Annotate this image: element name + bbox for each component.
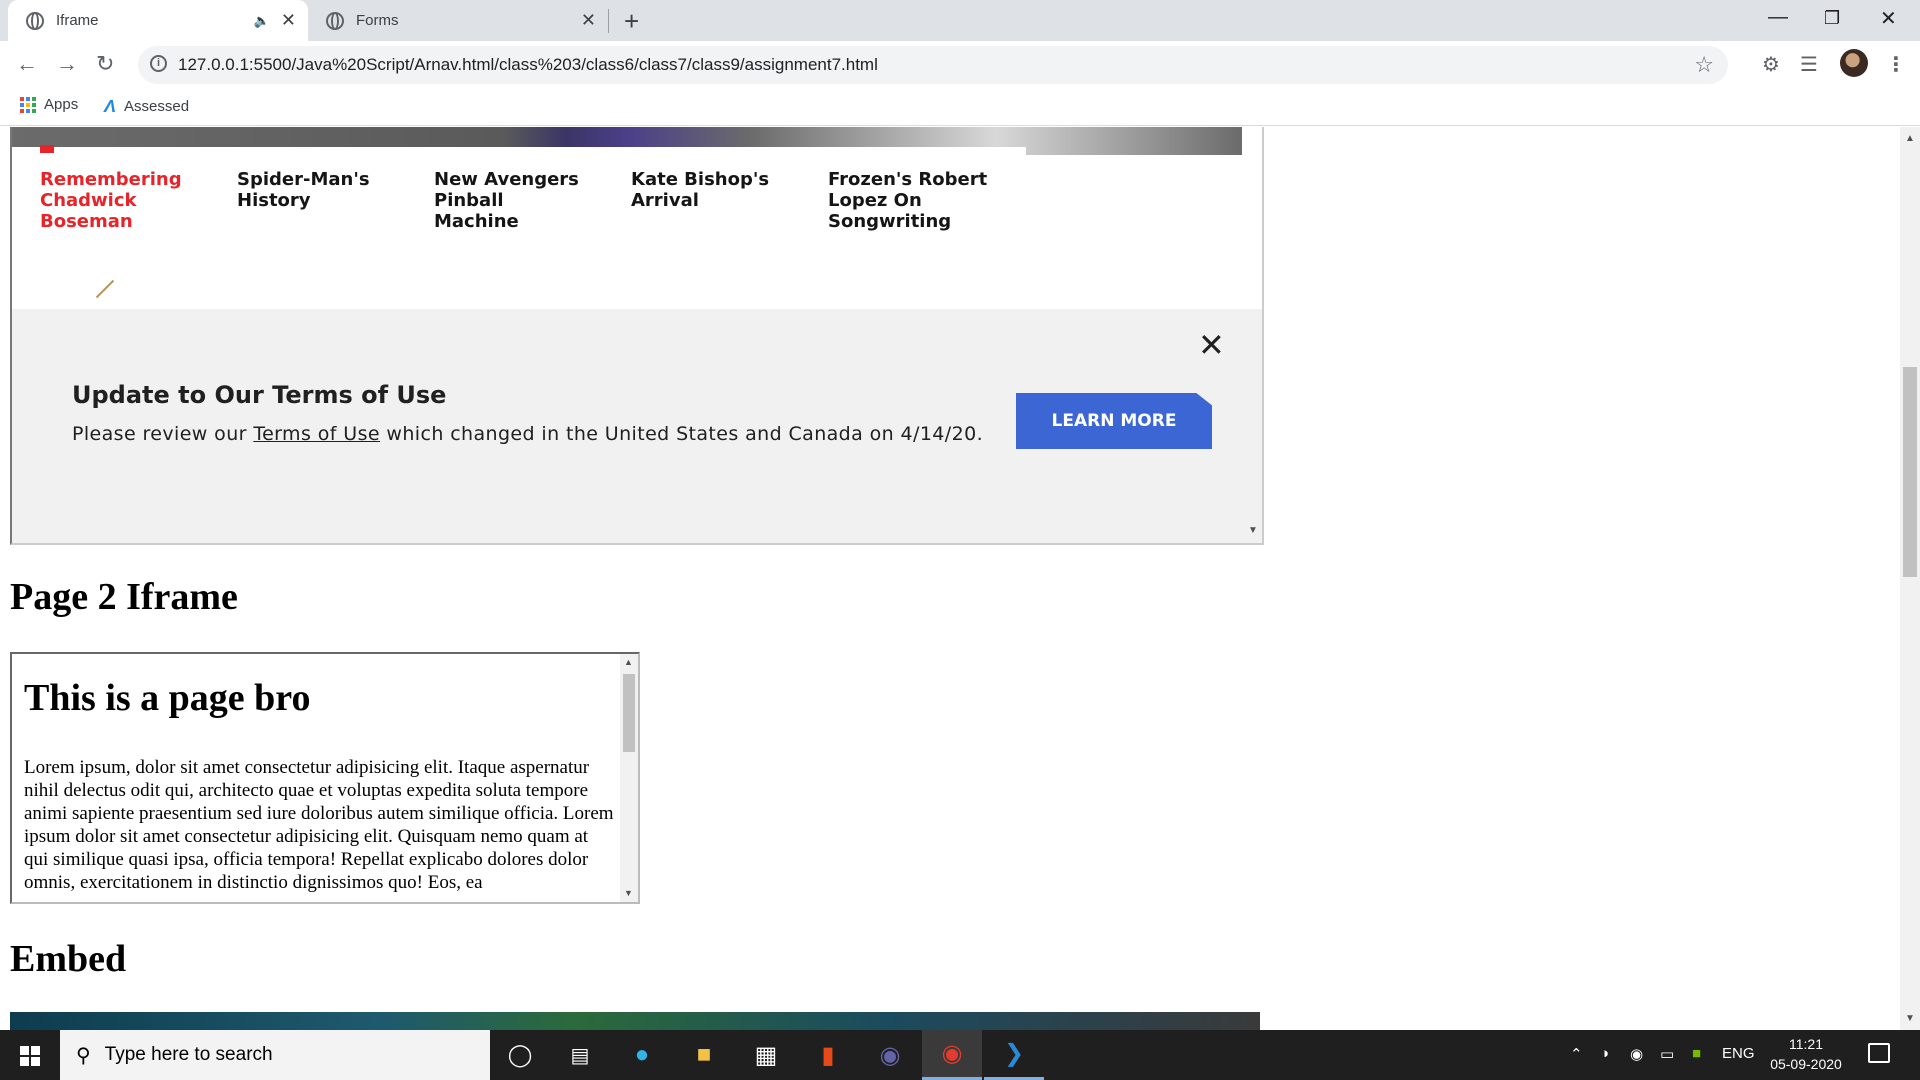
tab-title: Forms xyxy=(356,12,399,29)
menu-icon[interactable]: ⋮ xyxy=(1886,52,1906,77)
marvel-iframe[interactable]: Remembering Chadwick Boseman Spider-Man'… xyxy=(10,127,1264,545)
tab-strip: Iframe 🔈 ✕ Forms ✕ + — ❐ ✕ xyxy=(0,0,1920,41)
url-text[interactable]: 127.0.0.1:5500/Java%20Script/Arnav.html/… xyxy=(178,55,878,75)
apps-grid-icon xyxy=(20,96,36,113)
wifi-icon[interactable]: ◑ xyxy=(1600,1045,1609,1062)
bookmark-assessed[interactable]: Λ Assessed xyxy=(104,96,189,117)
page2-iframe[interactable]: This is a page bro Lorem ipsum, dolor si… xyxy=(10,652,640,904)
assessed-icon: Λ xyxy=(104,96,117,116)
new-tab-button[interactable]: + xyxy=(624,6,639,37)
terms-of-use-link[interactable]: Terms of Use xyxy=(253,423,380,445)
close-window-button[interactable]: ✕ xyxy=(1880,6,1897,31)
page-scrollbar[interactable]: ▲ ▼ xyxy=(1900,127,1920,1030)
notifications-icon[interactable] xyxy=(1868,1043,1890,1063)
reload-button[interactable]: ↻ xyxy=(96,51,114,77)
search-placeholder: Type here to search xyxy=(104,1044,273,1065)
page2-iframe-heading: Page 2 Iframe xyxy=(10,576,238,618)
close-icon[interactable]: ✕ xyxy=(1198,329,1225,361)
time: 11:21 xyxy=(1789,1036,1823,1052)
iframe-heading: This is a page bro xyxy=(24,677,311,719)
news-link-chadwick[interactable]: Remembering Chadwick Boseman xyxy=(40,169,200,232)
language-indicator[interactable]: ENG xyxy=(1722,1045,1755,1062)
page-viewport: Remembering Chadwick Boseman Spider-Man'… xyxy=(0,127,1920,1030)
scroll-thumb[interactable] xyxy=(1903,367,1917,577)
file-explorer-icon[interactable]: ■ xyxy=(674,1030,734,1080)
speaker-icon[interactable]: 🔈 xyxy=(254,13,270,29)
task-view-icon[interactable]: ▤ xyxy=(550,1030,610,1080)
news-link-avengers[interactable]: New Avengers Pinball Machine xyxy=(434,169,594,232)
bookmark-label: Apps xyxy=(44,96,79,113)
scroll-up-arrow[interactable]: ▲ xyxy=(1905,133,1915,144)
browser-toolbar: ← → ↻ i 127.0.0.1:5500/Java%20Script/Arn… xyxy=(0,41,1920,88)
scroll-down-arrow[interactable]: ▼ xyxy=(1905,1013,1915,1024)
edge-icon[interactable]: ● xyxy=(612,1030,672,1080)
tab-iframe[interactable]: Iframe 🔈 ✕ xyxy=(8,0,308,41)
profile-avatar[interactable] xyxy=(1840,49,1868,77)
terms-title: Update to Our Terms of Use xyxy=(72,381,447,409)
tab-forms[interactable]: Forms ✕ xyxy=(308,0,608,41)
screen: Iframe 🔈 ✕ Forms ✕ + — ❐ ✕ ← → ↻ i 127.0… xyxy=(0,0,1920,1080)
back-button[interactable]: ← xyxy=(16,51,38,77)
extensions-icon[interactable]: ⚙ xyxy=(1762,52,1780,77)
hero-overlay xyxy=(12,147,1026,157)
terms-body-prefix: Please review our xyxy=(72,423,247,445)
store-icon[interactable]: ▦ xyxy=(736,1030,796,1080)
search-icon: ⚲ xyxy=(76,1044,91,1067)
media-controls-icon[interactable]: ☰ xyxy=(1800,52,1818,77)
globe-icon xyxy=(26,11,44,30)
scroll-up-arrow[interactable]: ▲ xyxy=(624,657,633,667)
minimize-button[interactable]: — xyxy=(1768,6,1788,29)
nvidia-icon[interactable]: ■ xyxy=(1692,1045,1701,1062)
taskbar-search[interactable]: ⚲ Type here to search xyxy=(60,1030,490,1080)
iframe-paragraph: Lorem ipsum, dolor sit amet consectetur … xyxy=(24,757,614,893)
show-hidden-icons[interactable]: ⌃ xyxy=(1570,1045,1583,1063)
decorative-slash xyxy=(95,279,115,299)
tab-separator xyxy=(608,9,609,33)
date: 05-09-2020 xyxy=(1770,1056,1842,1072)
windows-start-icon[interactable] xyxy=(20,1046,40,1066)
iframe-scrollbar[interactable]: ▲ ▼ xyxy=(620,654,638,902)
site-info-icon[interactable]: i xyxy=(150,55,167,72)
terms-body-suffix: which changed in the United States and C… xyxy=(386,423,984,445)
scroll-thumb[interactable] xyxy=(623,674,635,752)
clock[interactable]: 11:21 05-09-2020 xyxy=(1766,1034,1846,1074)
vscode-icon[interactable]: ❯ xyxy=(984,1030,1044,1080)
terms-body: Please review our Terms of Use which cha… xyxy=(72,423,983,445)
news-link-kate-bishop[interactable]: Kate Bishop's Arrival xyxy=(631,169,791,211)
address-bar[interactable]: i 127.0.0.1:5500/Java%20Script/Arnav.htm… xyxy=(138,46,1728,84)
scroll-down-arrow[interactable]: ▼ xyxy=(1248,525,1258,536)
chrome-icon[interactable]: ◉ xyxy=(922,1030,982,1080)
globe-icon xyxy=(326,11,344,30)
terms-banner: ✕ Update to Our Terms of Use Please revi… xyxy=(12,309,1262,543)
office-icon[interactable]: ▮ xyxy=(798,1030,858,1080)
bookmark-apps[interactable]: Apps xyxy=(20,96,78,113)
scroll-down-arrow[interactable]: ▼ xyxy=(624,888,633,898)
tab-title: Iframe xyxy=(56,12,99,29)
news-link-spiderman[interactable]: Spider-Man's History xyxy=(237,169,397,211)
active-indicator xyxy=(40,145,54,153)
bookmark-star-icon[interactable]: ☆ xyxy=(1694,52,1714,78)
bookmark-label: Assessed xyxy=(124,98,190,115)
forward-button[interactable]: → xyxy=(56,51,78,77)
embed-heading: Embed xyxy=(10,938,127,980)
restore-button[interactable]: ❐ xyxy=(1824,8,1840,29)
cortana-icon[interactable]: ◯ xyxy=(490,1030,550,1080)
learn-more-button[interactable]: LEARN MORE xyxy=(1016,393,1212,449)
battery-icon[interactable]: ▭ xyxy=(1660,1045,1674,1063)
close-tab-icon[interactable]: ✕ xyxy=(581,10,596,31)
bookmarks-bar: Apps Λ Assessed xyxy=(0,88,1920,126)
teams-icon[interactable]: ◉ xyxy=(860,1030,920,1080)
news-link-frozen[interactable]: Frozen's Robert Lopez On Songwriting xyxy=(828,169,988,232)
windows-taskbar: ⚲ Type here to search ◯ ▤ ● ■ ▦ ▮ ◉ ◉ ❯ … xyxy=(0,1030,1920,1080)
close-tab-icon[interactable]: ✕ xyxy=(281,10,296,31)
embedded-media[interactable] xyxy=(10,1012,1260,1030)
discord-icon[interactable]: ◉ xyxy=(1630,1045,1643,1063)
